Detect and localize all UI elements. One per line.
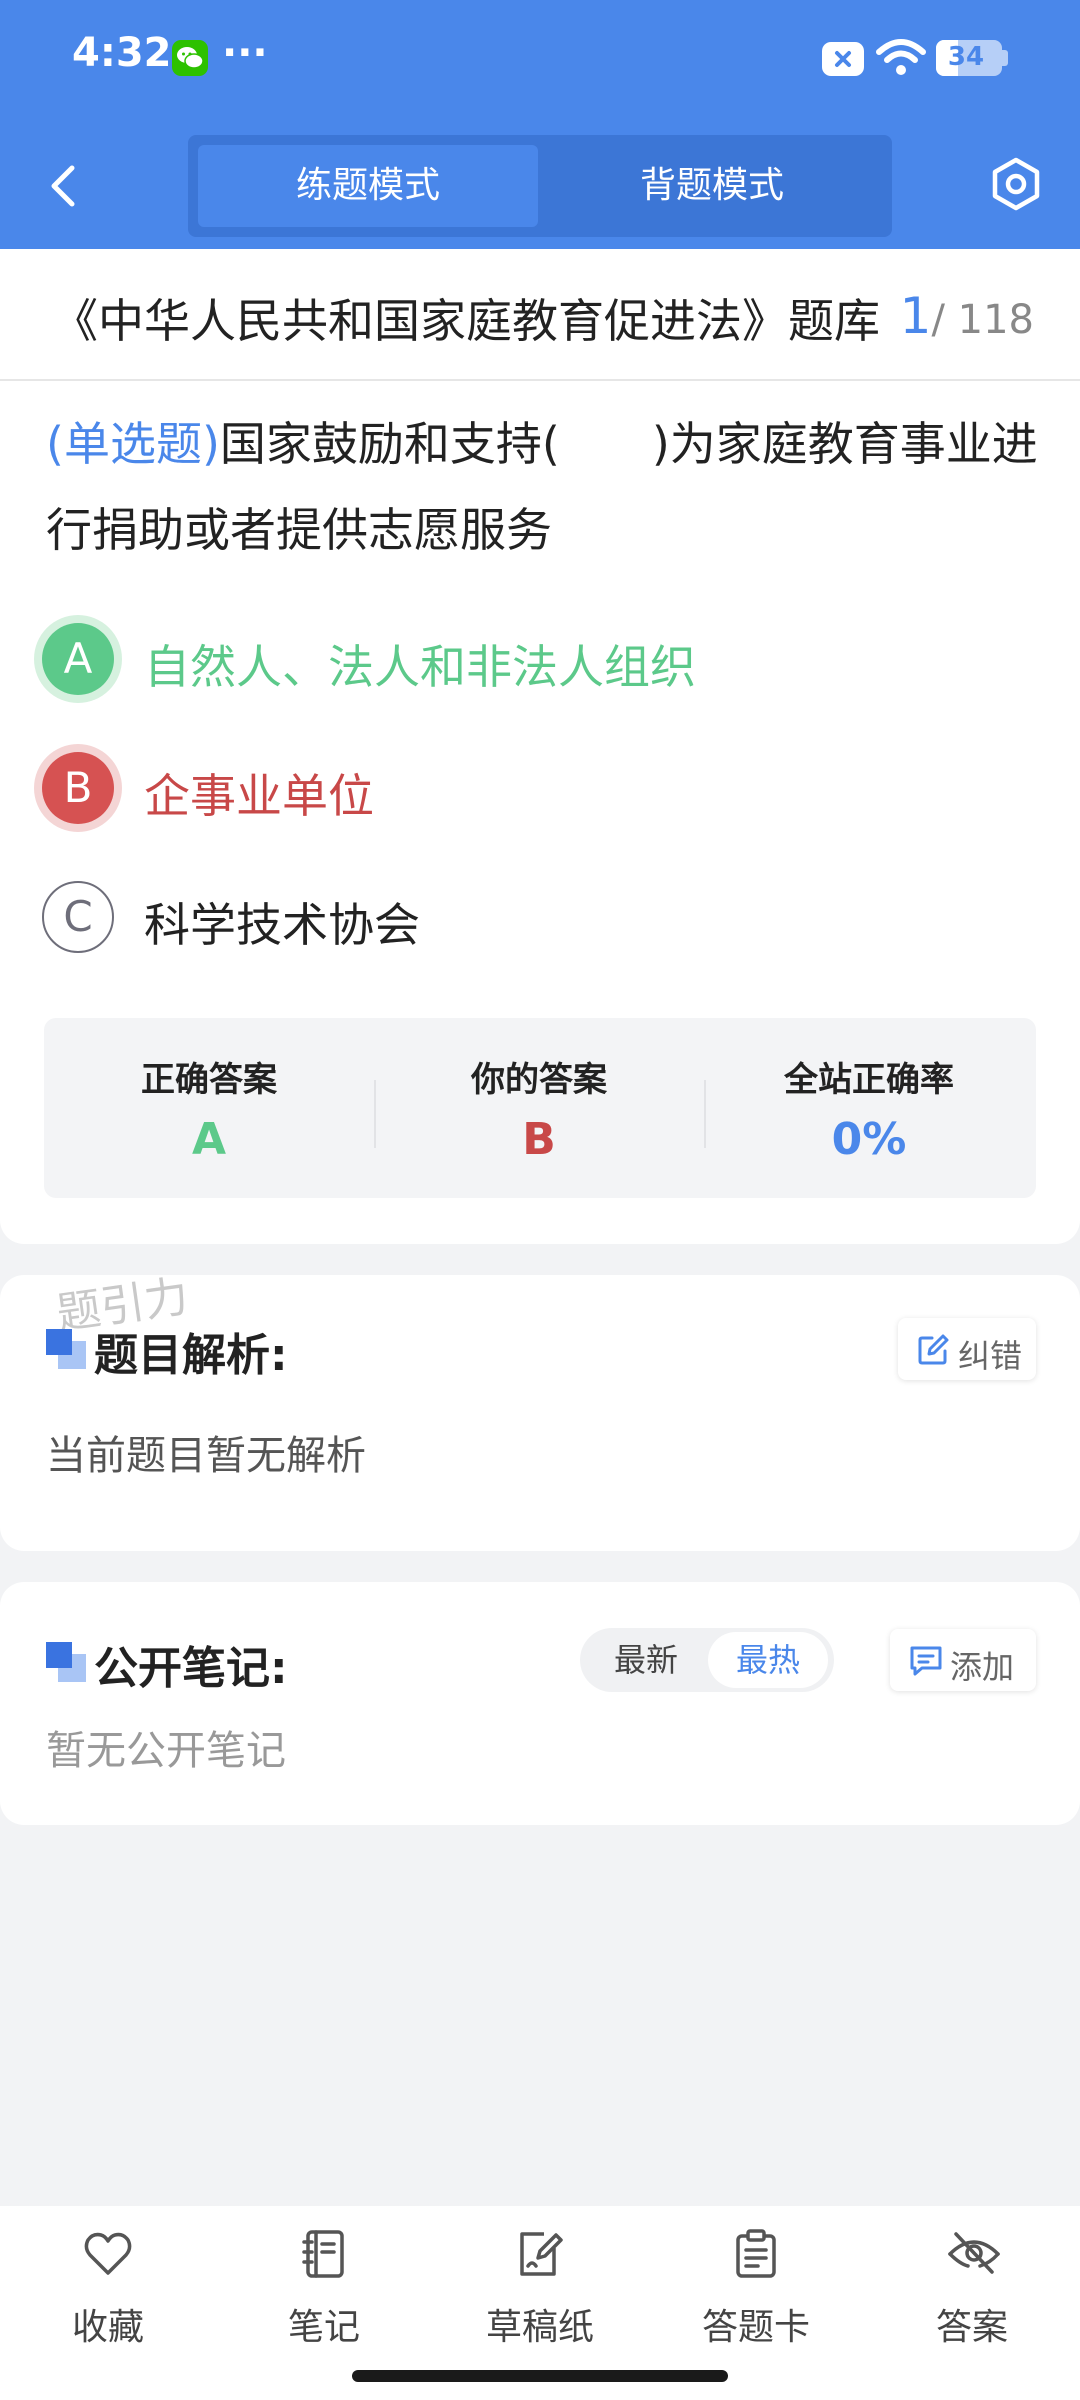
- nav-answer-toggle[interactable]: 答案: [882, 2228, 1062, 2358]
- option-b[interactable]: B 企事业单位: [42, 752, 1002, 842]
- add-note-label: 添加: [950, 1648, 1015, 1686]
- analysis-content: 当前题目暂无解析: [46, 1433, 366, 1479]
- more-notifications-icon: ···: [222, 30, 268, 76]
- section-marker-icon: [46, 1642, 86, 1682]
- analysis-title: 题目解析:: [94, 1330, 288, 1381]
- nav-label: 答题卡: [701, 2307, 810, 2348]
- tab-practice-mode[interactable]: 练题模式: [198, 145, 538, 227]
- correct-answer-label: 正确答案: [141, 1060, 277, 1100]
- question-bank-title: 《中华人民共和国家庭教育促进法》题库: [52, 294, 880, 348]
- title-divider: [0, 379, 1080, 381]
- add-note-button[interactable]: 添加: [890, 1629, 1036, 1691]
- question-counter: 1/ 118: [900, 287, 1034, 345]
- settings-button[interactable]: [986, 154, 1046, 214]
- question-type: (单选题): [46, 417, 220, 471]
- battery-icon: 34: [936, 40, 1002, 76]
- sort-hottest[interactable]: 最热: [708, 1632, 828, 1688]
- notes-title: 公开笔记:: [94, 1643, 288, 1694]
- comment-icon: [910, 1646, 942, 1676]
- question-stem: (单选题)国家鼓励和支持( )为家庭教育事业进行捐助或者提供志愿服务: [46, 401, 1046, 573]
- battery-tip: [1002, 50, 1008, 66]
- option-letter: C: [42, 881, 114, 953]
- answer-summary: 正确答案 A 你的答案 B 全站正确率 0%: [44, 1018, 1036, 1198]
- correct-answer-value: A: [191, 1114, 227, 1165]
- sort-latest[interactable]: 最新: [586, 1632, 706, 1688]
- mode-switch: 练题模式 背题模式: [188, 135, 892, 237]
- nav-notes[interactable]: 笔记: [234, 2228, 414, 2358]
- analysis-card: 题引力 题目解析: 纠错 当前题目暂无解析: [0, 1271, 1080, 1551]
- accuracy-label: 全站正确率: [784, 1060, 954, 1100]
- wifi-icon: [876, 39, 926, 75]
- option-text: 科学技术协会: [144, 898, 420, 952]
- correct-answer-column: 正确答案 A: [44, 1018, 374, 1198]
- your-answer-column: 你的答案 B: [374, 1018, 704, 1198]
- wechat-notification-icon: [172, 40, 208, 76]
- battery-level: 34: [947, 42, 985, 72]
- accuracy-column: 全站正确率 0%: [704, 1018, 1034, 1198]
- option-c[interactable]: C 科学技术协会: [42, 881, 1002, 971]
- notebook-icon: [302, 2230, 344, 2278]
- nav-draft-paper[interactable]: 草稿纸: [450, 2228, 630, 2358]
- eye-off-icon: [948, 2232, 1000, 2274]
- option-text: 企事业单位: [144, 769, 374, 823]
- nav-favorite[interactable]: 收藏: [18, 2228, 198, 2358]
- nav-label: 笔记: [287, 2307, 360, 2348]
- nav-label: 收藏: [71, 2307, 144, 2348]
- draft-pad-icon: [520, 2232, 563, 2276]
- nav-label: 答案: [935, 2307, 1008, 2348]
- home-indicator[interactable]: [352, 2370, 728, 2382]
- notification-x-icon: [822, 42, 864, 76]
- your-answer-value: B: [522, 1114, 556, 1165]
- option-letter: B: [42, 752, 114, 824]
- report-error-button[interactable]: 纠错: [898, 1318, 1036, 1380]
- option-text: 自然人、法人和非法人组织: [144, 640, 696, 694]
- total-question-count: / 118: [931, 297, 1034, 343]
- current-question-number: 1: [899, 287, 932, 345]
- heart-icon: [84, 2232, 132, 2275]
- app-header: 4:32 ··· 34 练题模式 背题模式: [0, 0, 1080, 249]
- answer-sheet-icon: [736, 2229, 776, 2278]
- notes-sort-toggle: 最新 最热: [580, 1628, 834, 1692]
- back-button[interactable]: [36, 150, 92, 222]
- nav-label: 草稿纸: [485, 2307, 594, 2348]
- notes-empty-text: 暂无公开笔记: [46, 1728, 286, 1774]
- settings-hexagon-icon: [992, 157, 1040, 211]
- status-time: 4:32: [72, 30, 172, 76]
- accuracy-value: 0%: [831, 1114, 907, 1165]
- option-a[interactable]: A 自然人、法人和非法人组织: [42, 623, 1002, 713]
- status-bar: 4:32 ··· 34: [0, 0, 1080, 120]
- section-marker-icon: [46, 1329, 86, 1369]
- tab-memorize-mode[interactable]: 背题模式: [542, 145, 882, 227]
- report-error-label: 纠错: [958, 1337, 1023, 1375]
- your-answer-label: 你的答案: [471, 1060, 607, 1100]
- public-notes-card: 公开笔记: 最新 最热 添加 暂无公开笔记: [0, 1582, 1080, 1825]
- bottom-toolbar: 收藏 笔记 草稿纸 答题卡 答案: [0, 2206, 1080, 2400]
- edit-icon: [918, 1334, 949, 1365]
- chevron-left-icon: [51, 165, 75, 207]
- nav-answer-sheet[interactable]: 答题卡: [666, 2228, 846, 2358]
- question-card: 《中华人民共和国家庭教育促进法》题库 1/ 118 (单选题)国家鼓励和支持( …: [0, 249, 1080, 1244]
- option-letter: A: [42, 623, 114, 695]
